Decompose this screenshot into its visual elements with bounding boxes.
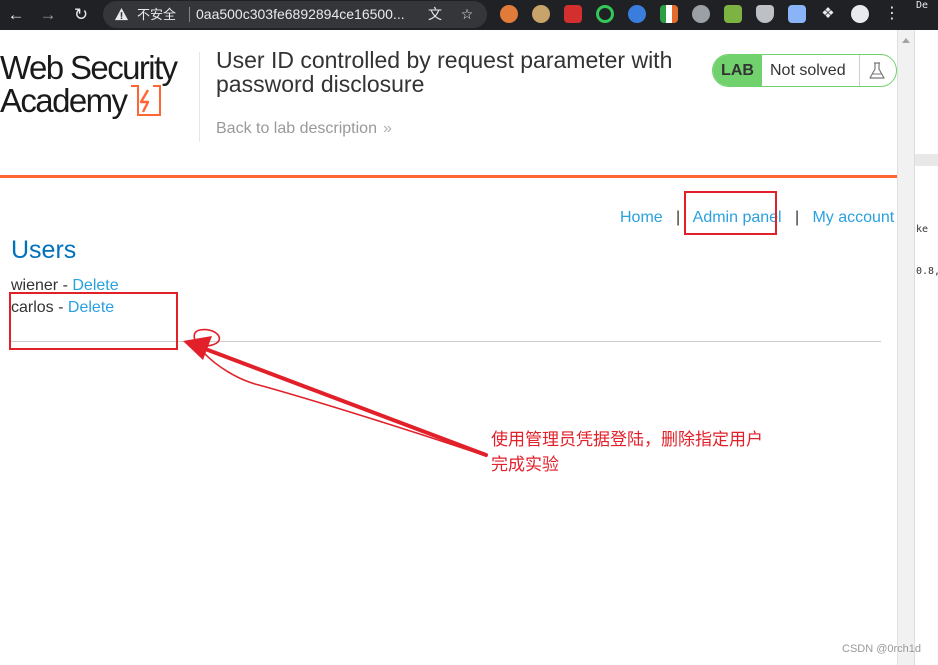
url-text[interactable]: 0aa500c303fe6892894ce16500... (196, 1, 405, 28)
academy-logo[interactable]: Web Security Academy (0, 49, 200, 119)
highlight-box-admin-panel (684, 191, 777, 235)
back-to-description-link[interactable]: Back to lab description » (216, 120, 392, 138)
warning-icon (114, 7, 129, 21)
browser-toolbar: ← → ↻ 不安全 0aa500c303fe6892894ce16500... … (0, 0, 938, 30)
devtools-highlight (915, 154, 938, 166)
lab-title: User ID controlled by request parameter … (216, 47, 673, 97)
watermark: CSDN @0rch1d (842, 643, 922, 655)
reload-icon[interactable]: ↻ (70, 4, 92, 26)
menu-dots-icon[interactable]: ⋮ (883, 5, 901, 23)
double-chevron-icon: » (382, 120, 392, 137)
extension-star-icon[interactable] (788, 5, 806, 23)
extension-grid-icon[interactable] (724, 5, 742, 23)
omnibox-divider (189, 7, 190, 22)
lab-status-widget: LAB Not solved (712, 54, 897, 87)
logo-text-line1: Web Security (0, 49, 178, 86)
security-label[interactable]: 不安全 (137, 1, 176, 28)
extension-flag-icon[interactable] (660, 5, 678, 23)
extension-dice-icon[interactable] (564, 5, 582, 23)
devtools-panel (914, 30, 938, 665)
nav-home-link[interactable]: Home (620, 209, 663, 226)
profile-icon[interactable] (851, 5, 869, 23)
translate-icon[interactable]: 文 (426, 5, 444, 23)
status-divider (859, 55, 860, 86)
lab-status-text: Not solved (770, 62, 846, 79)
extension-ip-icon[interactable] (692, 5, 710, 23)
page-scrollbar[interactable] (897, 30, 914, 665)
nav-separator: | (794, 209, 800, 226)
header-accent-rule (0, 175, 897, 178)
bookmark-star-icon[interactable]: ☆ (458, 5, 476, 23)
arrow-shaft (198, 345, 488, 457)
extension-shield-icon[interactable] (756, 5, 774, 23)
logo-bolt-icon (131, 85, 162, 116)
annotation-line: 使用管理员凭据登陆，删除指定用户 (491, 430, 763, 450)
arrow-head (183, 336, 212, 360)
logo-text-line2: Academy (0, 81, 128, 119)
extension-biscuit-icon[interactable] (532, 5, 550, 23)
puzzle-icon[interactable]: ❖ (819, 5, 837, 23)
devtools-text: ke (916, 224, 929, 235)
extension-globe-icon[interactable] (628, 5, 646, 23)
devtools-text: De (916, 0, 929, 11)
annotation-line: 完成实验 (491, 455, 559, 475)
back-link-label: Back to lab description (216, 120, 377, 137)
arrow-scribble (189, 328, 487, 457)
devtools-text: 0.8, (916, 266, 938, 277)
highlight-box-carlos (9, 292, 178, 350)
back-icon[interactable]: ← (5, 4, 27, 26)
extension-gear-icon[interactable] (596, 5, 614, 23)
nav-my-account-link[interactable]: My account (812, 209, 894, 226)
flask-icon (869, 62, 885, 79)
forward-icon[interactable]: → (37, 4, 59, 26)
lab-badge: LAB (713, 55, 762, 86)
scroll-up-arrow-icon[interactable] (902, 38, 910, 43)
annotation-text: 使用管理员凭据登陆，删除指定用户 完成实验 (491, 428, 811, 478)
extension-cookie-icon[interactable] (500, 5, 518, 23)
header-divider (199, 52, 200, 142)
page-title: Users (11, 236, 77, 264)
